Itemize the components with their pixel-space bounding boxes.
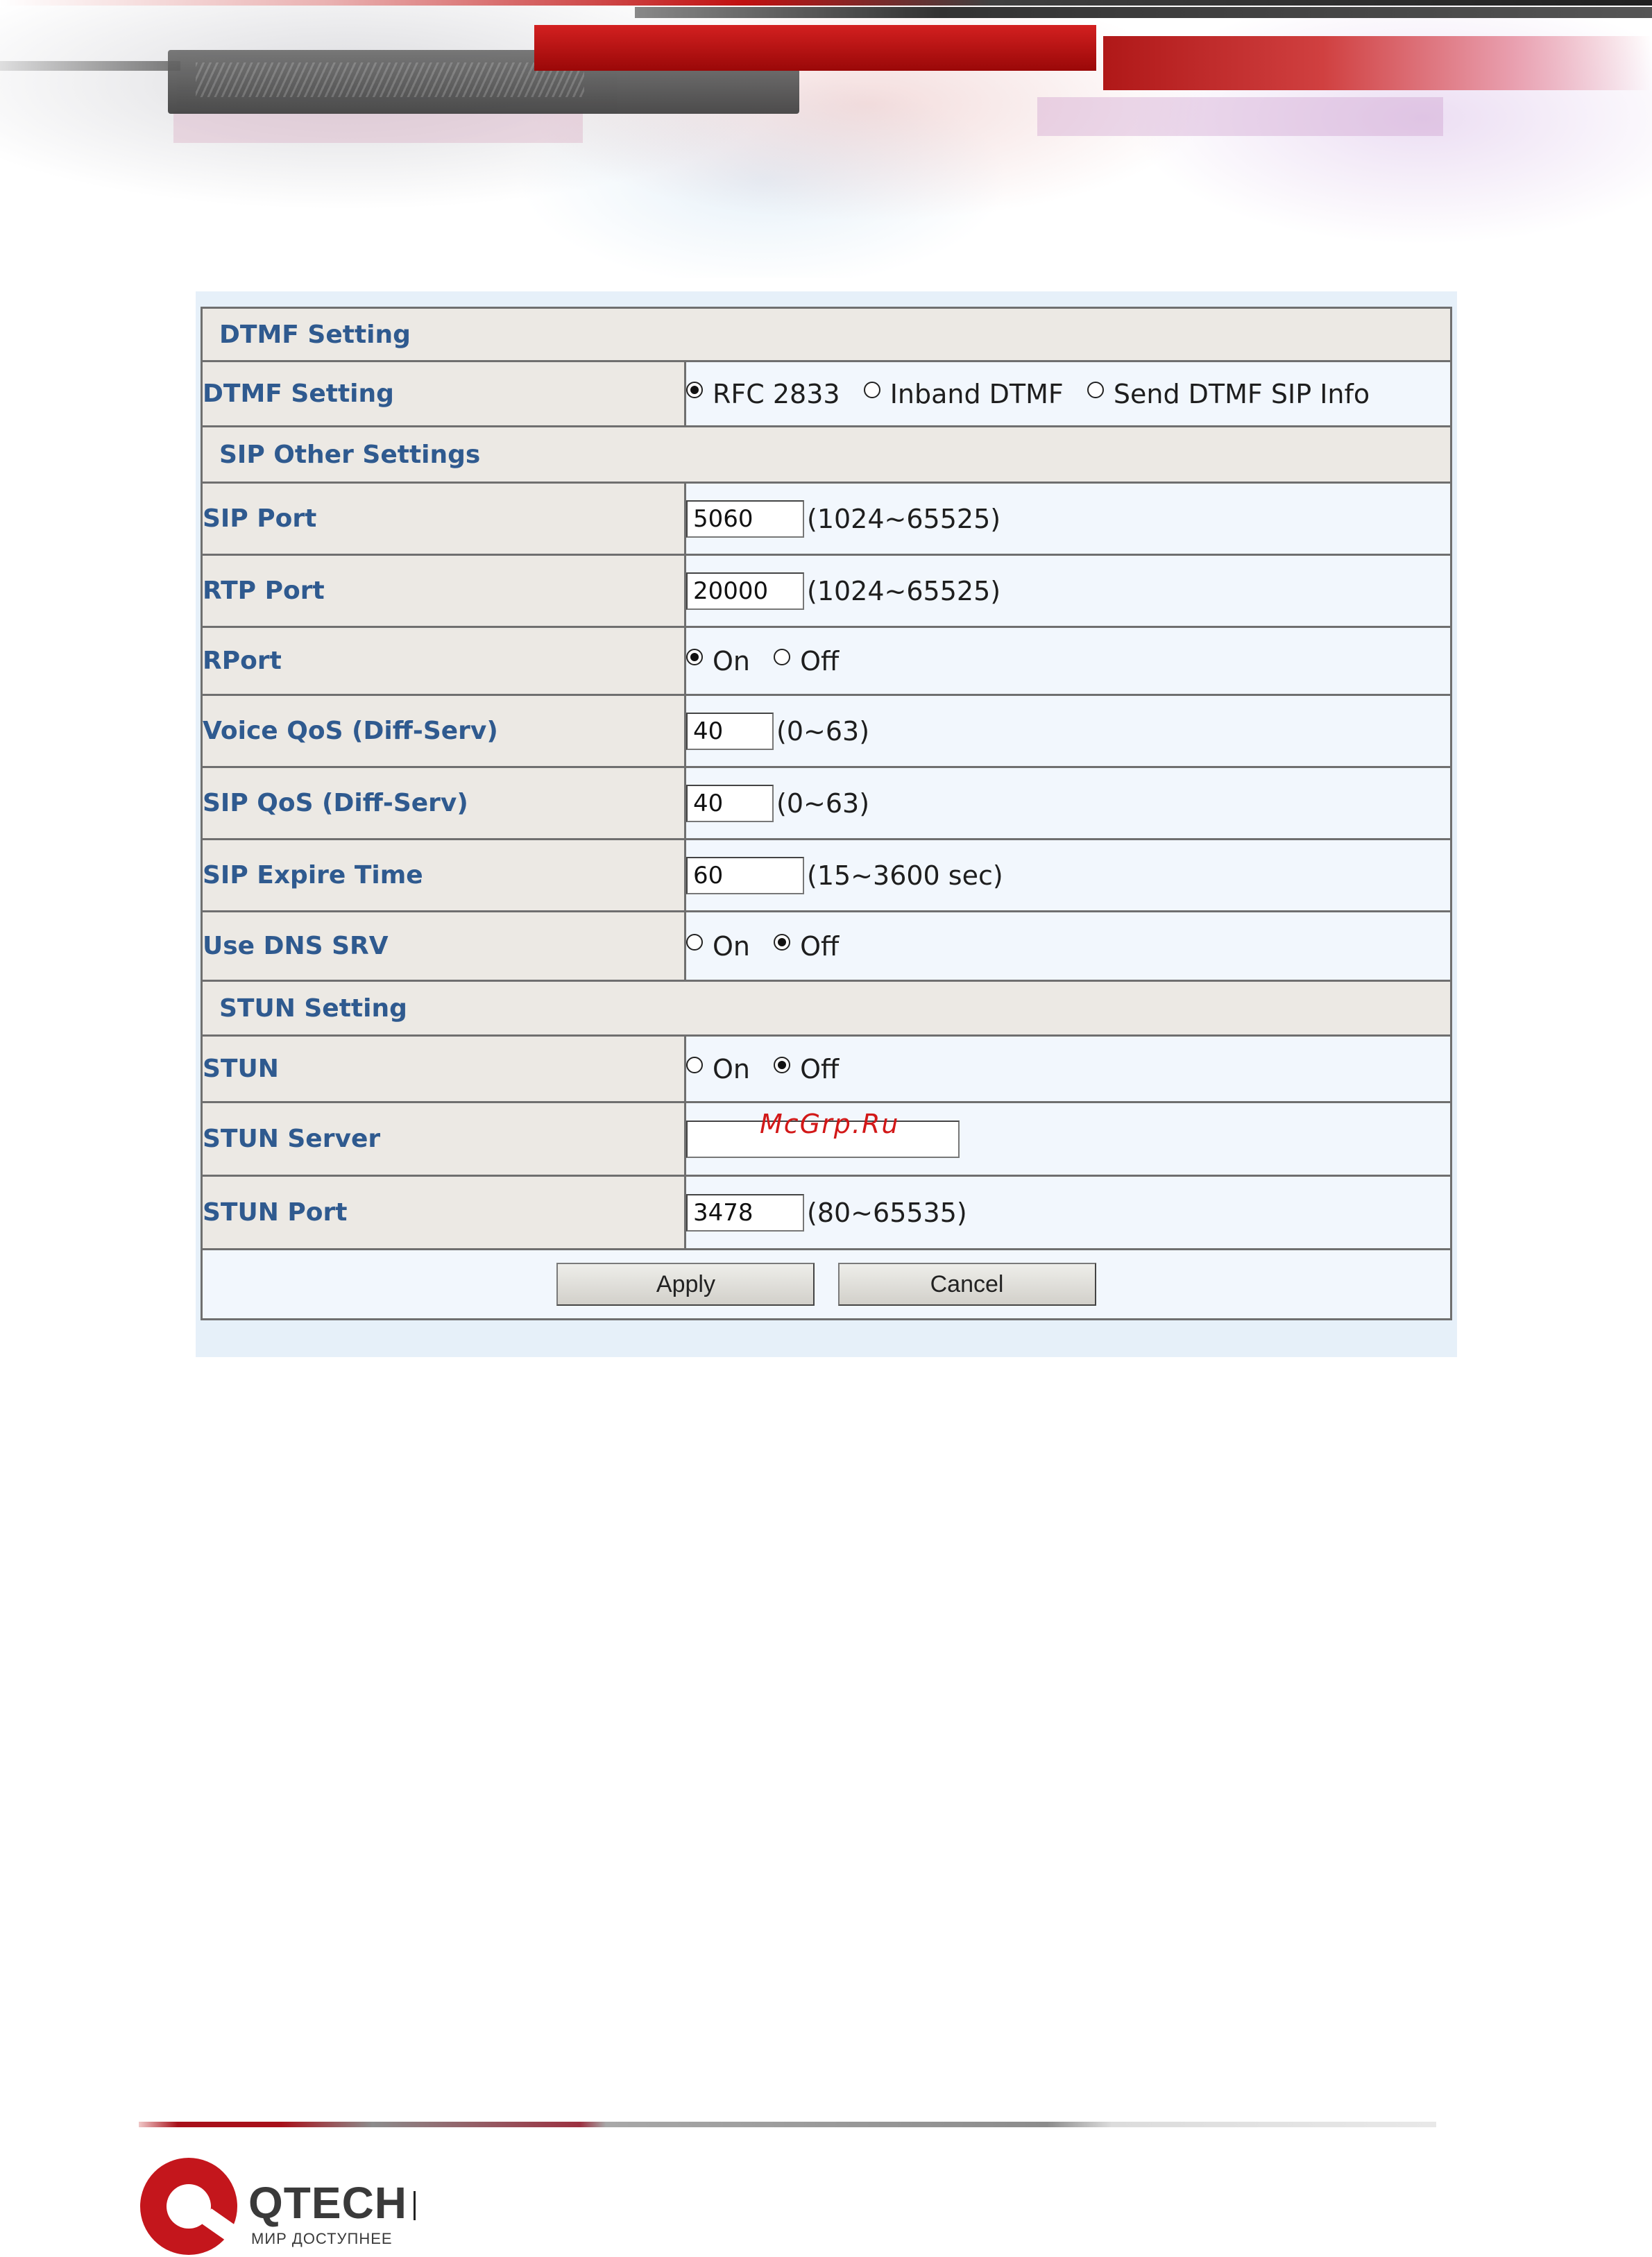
apply-button[interactable]: Apply <box>556 1263 815 1306</box>
radio-label: Off <box>800 1054 840 1084</box>
voice-qos-input[interactable]: 40 <box>686 712 774 750</box>
row-label: RTP Port <box>201 554 686 628</box>
radio-label: On <box>713 646 750 676</box>
row-dns-srv: Use DNS SRV On Off <box>201 910 1452 982</box>
row-rport: RPort On Off <box>201 626 1452 696</box>
radio-option-on[interactable]: On <box>686 931 750 962</box>
row-label: SIP Expire Time <box>201 838 686 912</box>
row-stun: STUN On Off <box>201 1034 1452 1103</box>
dns-srv-radio-group: On Off <box>684 910 1452 982</box>
radio-label: Inband DTMF <box>889 379 1064 409</box>
section-sip-other: SIP Other Settings <box>201 425 1452 484</box>
sip-qos-input[interactable]: 40 <box>686 784 774 822</box>
section-title: SIP Other Settings <box>201 425 1452 484</box>
logo-q-icon <box>140 2158 237 2255</box>
footer-divider <box>139 2122 1436 2127</box>
logo-separator <box>414 2191 416 2220</box>
radio-unselected-icon[interactable] <box>686 934 703 951</box>
logo-tagline: МИР ДОСТУПНЕЕ <box>251 2230 393 2247</box>
row-sip-expire: SIP Expire Time 60 (15~3600 sec) <box>201 838 1452 912</box>
radio-label: RFC 2833 <box>713 379 840 409</box>
row-value: 5060 (1024~65525) <box>684 482 1452 556</box>
radio-label: Off <box>800 931 840 962</box>
radio-option-off[interactable]: Off <box>774 646 839 676</box>
range-hint: (1024~65525) <box>807 575 1001 606</box>
row-value: 20000 (1024~65525) <box>684 554 1452 628</box>
stun-radio-group: On Off <box>684 1034 1452 1103</box>
banner-red-fade <box>1103 36 1652 90</box>
row-label: STUN Port <box>201 1175 686 1250</box>
row-rtp-port: RTP Port 20000 (1024~65525) <box>201 554 1452 628</box>
range-hint: (0~63) <box>776 787 870 819</box>
actions-cell: Apply Cancel <box>201 1248 1452 1320</box>
row-voice-qos: Voice QoS (Diff-Serv) 40 (0~63) <box>201 694 1452 768</box>
rtp-port-input[interactable]: 20000 <box>686 572 804 610</box>
row-label: RPort <box>201 626 686 696</box>
row-value: 40 (0~63) <box>684 694 1452 768</box>
row-value: 3478 (80~65535) <box>684 1175 1452 1250</box>
radio-selected-icon[interactable] <box>686 382 703 398</box>
radio-label: Send DTMF SIP Info <box>1113 379 1370 409</box>
radio-option-sip-info[interactable]: Send DTMF SIP Info <box>1087 379 1370 409</box>
range-hint: (15~3600 sec) <box>807 860 1003 891</box>
row-sip-qos: SIP QoS (Diff-Serv) 40 (0~63) <box>201 766 1452 840</box>
range-hint: (0~63) <box>776 715 870 747</box>
row-label: STUN <box>201 1034 686 1103</box>
radio-unselected-icon[interactable] <box>1087 382 1104 398</box>
radio-label: On <box>713 931 750 962</box>
qtech-logo: QTECH МИР ДОСТУПНЕЕ <box>140 2158 501 2257</box>
radio-unselected-icon[interactable] <box>774 649 791 665</box>
banner-stripe <box>173 111 583 143</box>
row-actions: Apply Cancel <box>201 1248 1452 1320</box>
radio-option-on[interactable]: On <box>686 646 750 676</box>
row-value: 40 (0~63) <box>684 766 1452 840</box>
radio-selected-icon[interactable] <box>774 934 791 951</box>
section-dtmf: DTMF Setting <box>201 307 1452 362</box>
radio-option-on[interactable]: On <box>686 1054 750 1084</box>
logo-wordmark: QTECH <box>248 2178 407 2228</box>
radio-option-rfc2833[interactable]: RFC 2833 <box>686 379 840 409</box>
radio-selected-icon[interactable] <box>686 649 703 665</box>
banner-red-block <box>534 25 1096 71</box>
banner-stripe <box>635 7 1652 18</box>
banner-stripe <box>0 0 1652 6</box>
radio-option-off[interactable]: Off <box>774 1054 839 1084</box>
cancel-button[interactable]: Cancel <box>837 1263 1096 1306</box>
rport-radio-group: On Off <box>684 626 1452 696</box>
watermark: McGrp.Ru <box>760 1109 900 1139</box>
banner-hatch <box>196 62 584 97</box>
sip-expire-input[interactable]: 60 <box>686 856 804 894</box>
header-banner <box>0 0 1652 278</box>
row-value: 60 (15~3600 sec) <box>684 838 1452 912</box>
radio-selected-icon[interactable] <box>774 1057 791 1073</box>
radio-unselected-icon[interactable] <box>686 1057 703 1073</box>
radio-option-off[interactable]: Off <box>774 931 839 962</box>
banner-stripe <box>1037 97 1443 136</box>
section-stun: STUN Setting <box>201 980 1452 1037</box>
row-label: SIP QoS (Diff-Serv) <box>201 766 686 840</box>
settings-panel: DTMF Setting DTMF Setting RFC 2833 Inban… <box>196 291 1457 1357</box>
dtmf-mode-radio-group: RFC 2833 Inband DTMF Send DTMF SIP Info <box>684 360 1452 427</box>
radio-label: Off <box>800 646 840 676</box>
stun-port-input[interactable]: 3478 <box>686 1193 804 1232</box>
banner-stripe <box>0 61 180 71</box>
row-sip-port: SIP Port 5060 (1024~65525) <box>201 482 1452 556</box>
row-label: Voice QoS (Diff-Serv) <box>201 694 686 768</box>
row-stun-port: STUN Port 3478 (80~65535) <box>201 1175 1452 1250</box>
row-dtmf-setting: DTMF Setting RFC 2833 Inband DTMF Send D… <box>201 360 1452 427</box>
row-label: DTMF Setting <box>201 360 686 427</box>
row-label: SIP Port <box>201 482 686 556</box>
settings-table: DTMF Setting DTMF Setting RFC 2833 Inban… <box>201 307 1452 1320</box>
sip-port-input[interactable]: 5060 <box>686 500 804 538</box>
radio-unselected-icon[interactable] <box>863 382 880 398</box>
section-title: STUN Setting <box>201 980 1452 1037</box>
range-hint: (1024~65525) <box>807 503 1001 534</box>
range-hint: (80~65535) <box>807 1197 967 1228</box>
radio-label: On <box>713 1054 750 1084</box>
radio-option-inband[interactable]: Inband DTMF <box>863 379 1064 409</box>
row-label: STUN Server <box>201 1101 686 1177</box>
row-label: Use DNS SRV <box>201 910 686 982</box>
section-title: DTMF Setting <box>201 307 1452 362</box>
